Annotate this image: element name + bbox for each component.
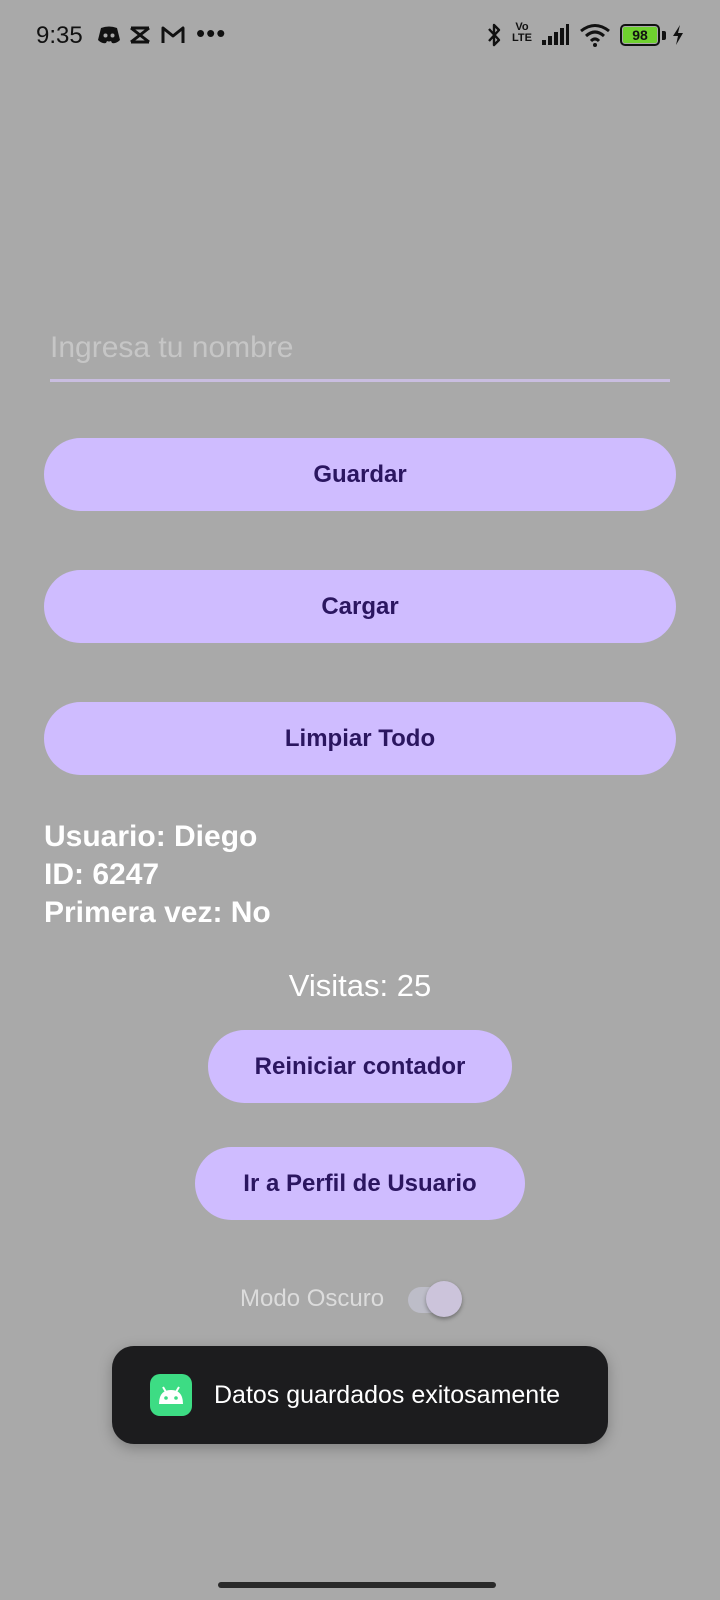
name-input[interactable] — [50, 322, 670, 374]
capcut-icon — [128, 22, 152, 48]
toast: Datos guardados exitosamente — [112, 1346, 608, 1444]
first-time-text: Primera vez: No — [44, 896, 271, 929]
dark-mode-label: Modo Oscuro — [240, 1285, 385, 1312]
android-icon — [150, 1374, 192, 1416]
load-button[interactable]: Cargar — [44, 570, 676, 643]
signal-icon — [540, 22, 570, 48]
status-bar: 9:35 ••• Vo LTE 98 — [0, 0, 720, 72]
user-info: Usuario: Diego ID: 6247 Primera vez: No — [44, 818, 271, 932]
save-button[interactable]: Guardar — [44, 438, 676, 511]
volte-indicator: Vo LTE — [512, 21, 532, 44]
dark-mode-switch[interactable] — [406, 1281, 464, 1317]
home-indicator[interactable] — [218, 1582, 496, 1588]
user-name-text: Usuario: Diego — [44, 820, 258, 853]
name-input-container — [50, 322, 670, 382]
battery-tip — [662, 31, 666, 40]
toast-message: Datos guardados exitosamente — [214, 1380, 561, 1409]
battery-level: 98 — [623, 27, 657, 43]
wifi-icon — [578, 22, 612, 48]
charging-bolt-icon — [670, 22, 686, 48]
switch-thumb — [426, 1281, 463, 1317]
app-screen: 9:35 ••• VoLTE 98 Guardar — [0, 0, 720, 1600]
gmail-icon — [160, 22, 186, 48]
dark-mode-row: Modo Oscuro — [240, 1278, 464, 1320]
discord-icon — [96, 22, 122, 48]
bluetooth-icon — [484, 22, 504, 48]
visits-counter: Visitas: 25 — [288, 968, 432, 1003]
reset-counter-button[interactable]: Reiniciar contador — [208, 1030, 512, 1103]
clear-all-button[interactable]: Limpiar Todo — [44, 702, 676, 775]
status-time: 9:35 — [36, 22, 83, 49]
go-to-profile-button[interactable]: Ir a Perfil de Usuario — [195, 1147, 525, 1220]
more-notifications-icon: ••• — [196, 18, 227, 48]
battery-icon: 98 — [620, 24, 660, 46]
user-id-text: ID: 6247 — [44, 858, 160, 891]
